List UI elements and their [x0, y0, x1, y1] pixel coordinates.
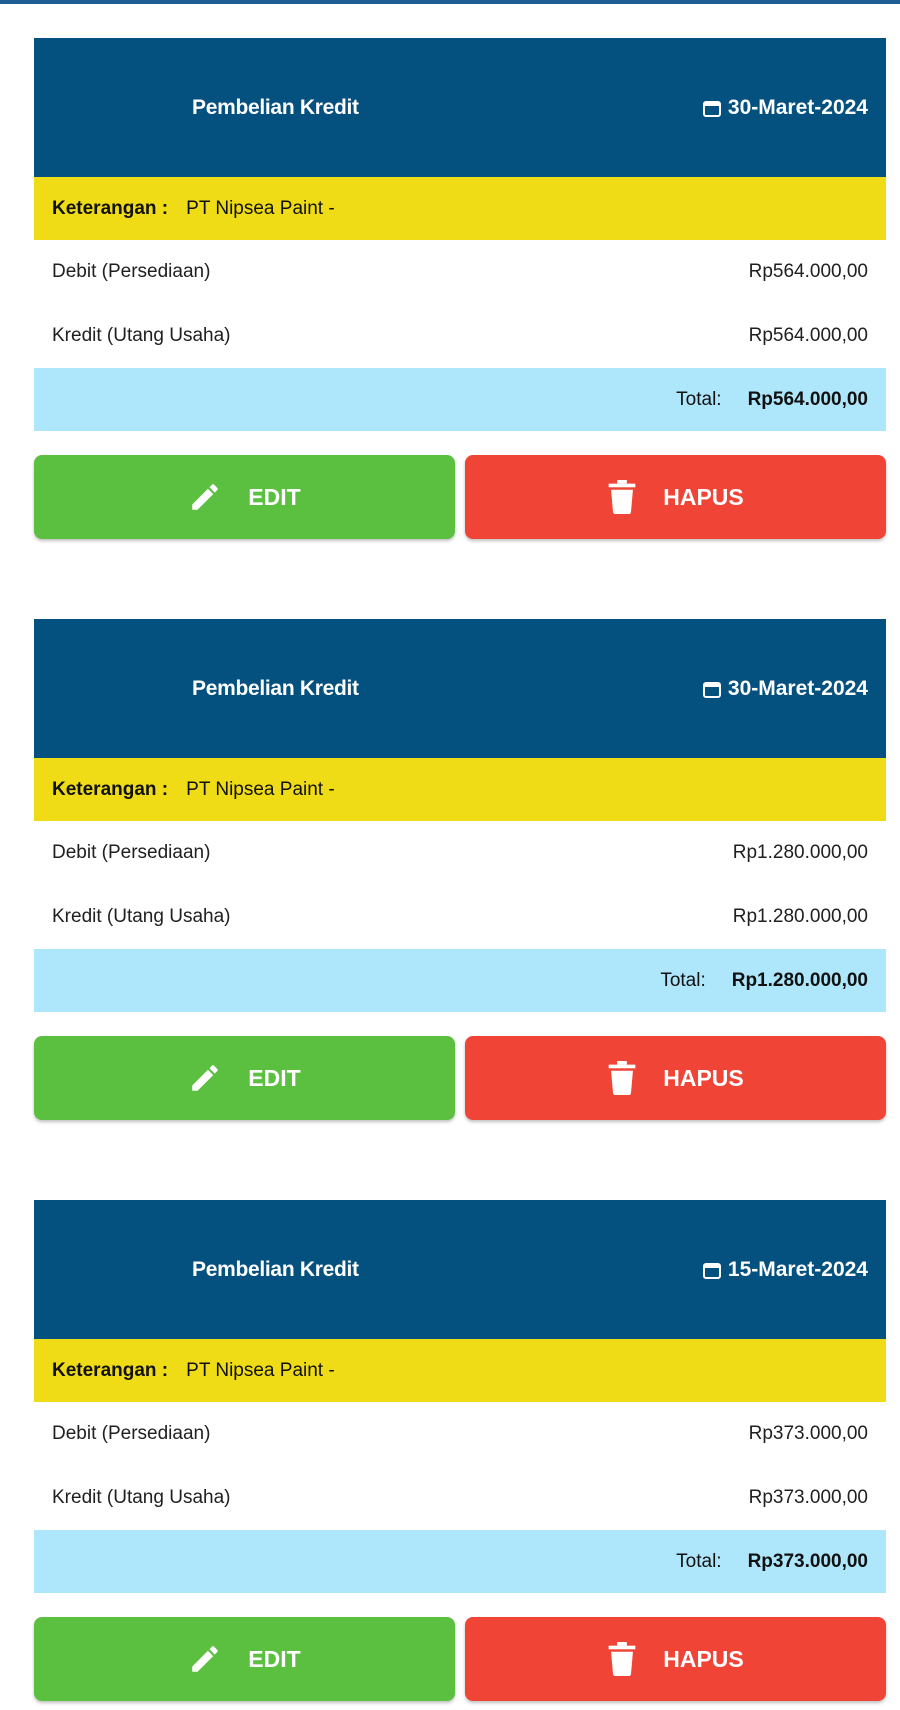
- entry-header: Pembelian Kredit 30-Maret-2024: [34, 619, 886, 758]
- description-row: Keterangan : PT Nipsea Paint -: [34, 1339, 886, 1402]
- edit-label: EDIT: [248, 483, 301, 510]
- total-row: Total: Rp373.000,00: [34, 1530, 886, 1593]
- debit-label: Debit (Persediaan): [52, 842, 211, 863]
- description-row: Keterangan : PT Nipsea Paint -: [34, 177, 886, 240]
- date-text: 15-Maret-2024: [727, 1257, 868, 1281]
- trash-icon: [607, 1642, 637, 1676]
- credit-label: Kredit (Utang Usaha): [52, 906, 231, 927]
- total-row: Total: Rp1.280.000,00: [34, 949, 886, 1012]
- description-label: Keterangan :: [52, 197, 169, 219]
- pencil-icon: [188, 480, 222, 514]
- debit-row: Debit (Persediaan) Rp564.000,00: [34, 240, 886, 304]
- credit-row: Kredit (Utang Usaha) Rp373.000,00: [34, 1466, 886, 1530]
- delete-button[interactable]: HAPUS: [465, 455, 886, 539]
- delete-label: HAPUS: [663, 1645, 744, 1672]
- delete-label: HAPUS: [663, 483, 744, 510]
- journal-entry-card: Pembelian Kredit 30-Maret-2024 Keteranga…: [34, 619, 886, 1120]
- credit-label: Kredit (Utang Usaha): [52, 1487, 231, 1508]
- edit-button[interactable]: EDIT: [34, 455, 455, 539]
- transaction-type: Pembelian Kredit: [192, 677, 359, 700]
- credit-value: Rp1.280.000,00: [732, 906, 868, 927]
- total-row: Total: Rp564.000,00: [34, 368, 886, 431]
- credit-label: Kredit (Utang Usaha): [52, 325, 231, 346]
- entry-actions: EDIT HAPUS: [34, 1617, 886, 1701]
- calendar-icon: [702, 679, 722, 699]
- pencil-icon: [188, 1642, 222, 1676]
- journal-entry-card: Pembelian Kredit 15-Maret-2024 Keteranga…: [34, 1200, 886, 1701]
- total-value: Rp1.280.000,00: [731, 969, 868, 991]
- delete-button[interactable]: HAPUS: [465, 1617, 886, 1701]
- description-row: Keterangan : PT Nipsea Paint -: [34, 758, 886, 821]
- total-label: Total:: [676, 1550, 722, 1572]
- transaction-type: Pembelian Kredit: [192, 96, 359, 119]
- credit-row: Kredit (Utang Usaha) Rp564.000,00: [34, 304, 886, 368]
- calendar-icon: [702, 98, 722, 118]
- description-value: PT Nipsea Paint -: [186, 1359, 335, 1381]
- journal-list: Pembelian Kredit 30-Maret-2024 Keteranga…: [0, 0, 900, 1710]
- description-label: Keterangan :: [52, 1359, 169, 1381]
- credit-value: Rp564.000,00: [748, 325, 868, 346]
- entry-header: Pembelian Kredit 30-Maret-2024: [34, 38, 886, 177]
- date-text: 30-Maret-2024: [727, 95, 868, 119]
- credit-value: Rp373.000,00: [748, 1487, 868, 1508]
- debit-row: Debit (Persediaan) Rp373.000,00: [34, 1402, 886, 1466]
- delete-button[interactable]: HAPUS: [465, 1036, 886, 1120]
- edit-button[interactable]: EDIT: [34, 1036, 455, 1120]
- entry-date: 15-Maret-2024: [702, 1200, 868, 1339]
- entry-date: 30-Maret-2024: [702, 619, 868, 758]
- debit-value: Rp564.000,00: [748, 261, 868, 282]
- total-label: Total:: [660, 969, 706, 991]
- total-value: Rp564.000,00: [747, 388, 868, 410]
- description-value: PT Nipsea Paint -: [186, 197, 335, 219]
- calendar-icon: [702, 1260, 722, 1280]
- description-value: PT Nipsea Paint -: [186, 778, 335, 800]
- pencil-icon: [188, 1061, 222, 1095]
- trash-icon: [607, 1061, 637, 1095]
- debit-value: Rp373.000,00: [748, 1423, 868, 1444]
- edit-label: EDIT: [248, 1645, 301, 1672]
- journal-entry-card: Pembelian Kredit 30-Maret-2024 Keteranga…: [34, 38, 886, 539]
- edit-button[interactable]: EDIT: [34, 1617, 455, 1701]
- debit-label: Debit (Persediaan): [52, 261, 211, 282]
- edit-label: EDIT: [248, 1064, 301, 1091]
- delete-label: HAPUS: [663, 1064, 744, 1091]
- debit-label: Debit (Persediaan): [52, 1423, 211, 1444]
- entry-header: Pembelian Kredit 15-Maret-2024: [34, 1200, 886, 1339]
- debit-value: Rp1.280.000,00: [732, 842, 868, 863]
- total-value: Rp373.000,00: [747, 1550, 868, 1572]
- trash-icon: [607, 480, 637, 514]
- entry-date: 30-Maret-2024: [702, 38, 868, 177]
- transaction-type: Pembelian Kredit: [192, 1258, 359, 1281]
- entry-actions: EDIT HAPUS: [34, 1036, 886, 1120]
- entry-actions: EDIT HAPUS: [34, 455, 886, 539]
- credit-row: Kredit (Utang Usaha) Rp1.280.000,00: [34, 885, 886, 949]
- total-label: Total:: [676, 388, 722, 410]
- debit-row: Debit (Persediaan) Rp1.280.000,00: [34, 821, 886, 885]
- date-text: 30-Maret-2024: [727, 676, 868, 700]
- description-label: Keterangan :: [52, 778, 169, 800]
